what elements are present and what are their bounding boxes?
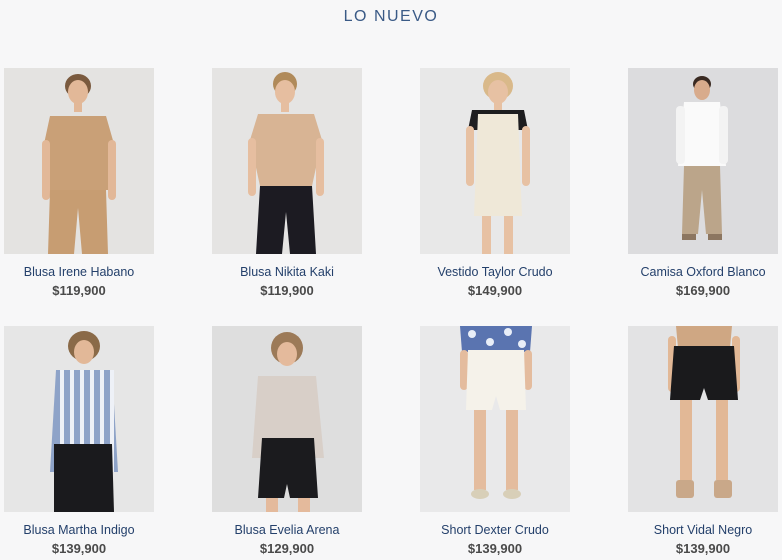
product-card[interactable]: Short Dexter Crudo $139,900 (420, 326, 570, 557)
product-name[interactable]: Blusa Evelia Arena (212, 522, 362, 538)
product-name[interactable]: Camisa Oxford Blanco (628, 264, 778, 280)
product-price: $149,900 (467, 283, 523, 298)
product-price: $119,900 (52, 283, 106, 298)
product-name[interactable]: Short Vidal Negro (628, 522, 778, 538)
product-image[interactable] (628, 326, 778, 512)
product-image[interactable] (4, 68, 154, 254)
product-price: $129,900 (259, 541, 315, 556)
product-name[interactable]: Blusa Nikita Kaki (212, 264, 362, 280)
product-card[interactable]: Vestido Taylor Crudo $149,900 (420, 68, 570, 299)
product-name[interactable]: Vestido Taylor Crudo (420, 264, 570, 280)
product-grid: Blusa Irene Habano $119,900 Blusa Nikita… (0, 0, 782, 560)
product-price: $169,900 (675, 283, 731, 298)
product-price: $139,900 (51, 541, 107, 556)
product-price: $139,900 (675, 541, 731, 556)
product-card[interactable]: Short Vidal Negro $139,900 (628, 326, 778, 557)
product-card[interactable]: Blusa Nikita Kaki $119,900 (212, 68, 362, 299)
product-name[interactable]: Short Dexter Crudo (420, 522, 570, 538)
product-image[interactable] (4, 326, 154, 512)
product-name[interactable]: Blusa Irene Habano (4, 264, 154, 280)
product-image[interactable] (212, 326, 362, 512)
product-image[interactable] (420, 68, 570, 254)
product-price: $119,900 (260, 283, 314, 298)
product-card[interactable]: Camisa Oxford Blanco $169,900 (628, 68, 778, 299)
product-card[interactable]: Blusa Evelia Arena $129,900 (212, 326, 362, 557)
product-name[interactable]: Blusa Martha Indigo (4, 522, 154, 538)
product-price: $139,900 (467, 541, 523, 556)
product-card[interactable]: Blusa Irene Habano $119,900 (4, 68, 154, 299)
product-image[interactable] (212, 68, 362, 254)
product-card[interactable]: Blusa Martha Indigo $139,900 (4, 326, 154, 557)
product-image[interactable] (628, 68, 778, 254)
product-image[interactable] (420, 326, 570, 512)
